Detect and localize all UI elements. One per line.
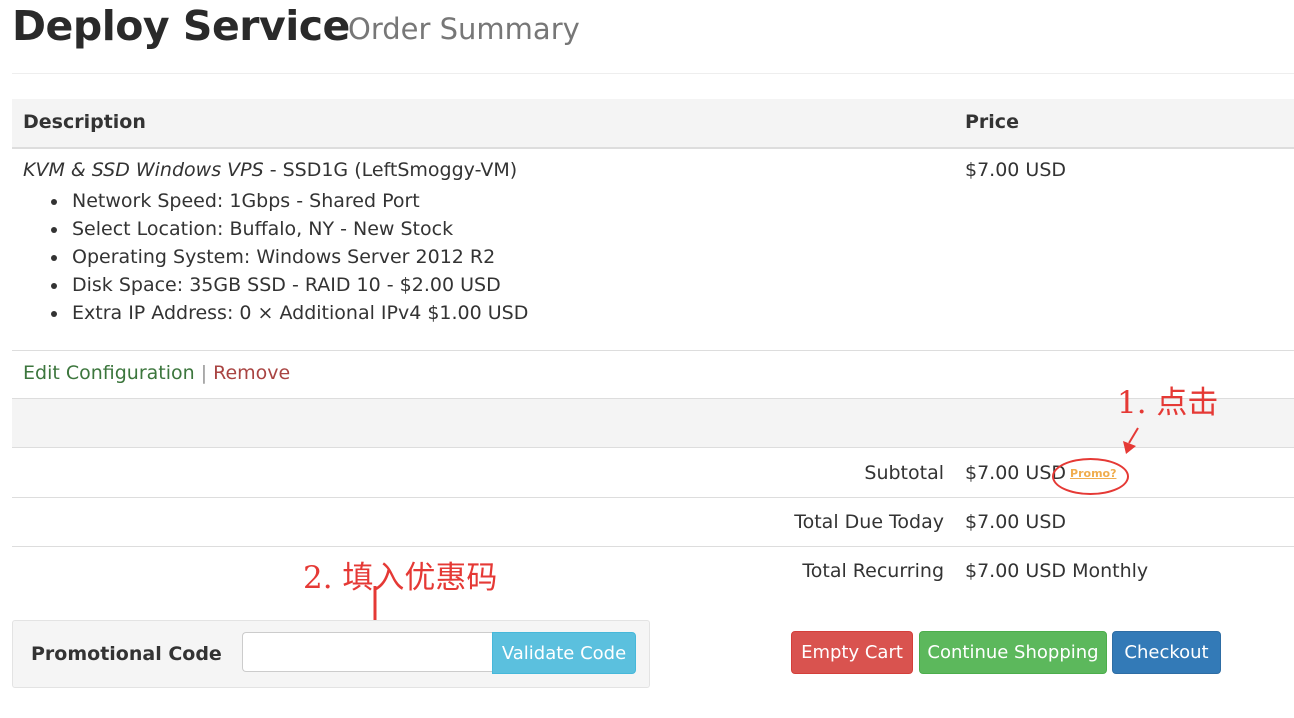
product-options: Network Speed: 1Gbps - Shared Port Selec… — [51, 187, 528, 327]
column-header-description: Description — [23, 111, 146, 133]
continue-shopping-button[interactable]: Continue Shopping — [919, 631, 1107, 674]
option-item: Operating System: Windows Server 2012 R2 — [51, 243, 528, 271]
product-row: KVM & SSD Windows VPS - SSD1G (LeftSmogg… — [12, 149, 1294, 351]
option-item: Extra IP Address: 0 × Additional IPv4 $1… — [51, 299, 528, 327]
edit-configuration-link[interactable]: Edit Configuration — [23, 362, 195, 384]
annotation-step-2: 2. 填入优惠码 — [303, 560, 498, 596]
subtotal-value: $7.00 USD — [965, 462, 1067, 484]
table-header: Description Price — [12, 99, 1294, 149]
product-group: KVM & SSD Windows VPS — [23, 159, 264, 181]
option-item: Network Speed: 1Gbps - Shared Port — [51, 187, 528, 215]
annotation-step-1: 1. 点击 — [1117, 385, 1219, 421]
checkout-button[interactable]: Checkout — [1112, 631, 1221, 674]
product-actions-row: Edit Configuration | Remove — [12, 350, 1294, 399]
total-recurring-value: $7.00 USD Monthly — [965, 560, 1149, 582]
column-header-price: Price — [965, 111, 1019, 133]
option-item: Disk Space: 35GB SSD - RAID 10 - $2.00 U… — [51, 271, 528, 299]
product-price: $7.00 USD — [965, 159, 1067, 181]
total-due-value: $7.00 USD — [965, 511, 1067, 533]
subtotal-label: Subtotal — [864, 462, 944, 484]
product-actions: Edit Configuration | Remove — [23, 362, 290, 384]
total-due-label: Total Due Today — [794, 511, 944, 533]
validate-code-button[interactable]: Validate Code — [492, 632, 636, 674]
total-recurring-label: Total Recurring — [802, 560, 944, 582]
remove-link[interactable]: Remove — [213, 362, 290, 384]
page-header: Deploy Service Order Summary — [12, 0, 1294, 74]
option-item: Select Location: Buffalo, NY - New Stock — [51, 215, 528, 243]
page-title: Deploy Service — [12, 2, 350, 50]
promo-code-label: Promotional Code — [31, 643, 222, 665]
product-title: - SSD1G (LeftSmoggy-VM) — [263, 159, 518, 181]
promo-highlight-circle — [1052, 458, 1129, 495]
page-subtitle: Order Summary — [348, 12, 580, 46]
empty-cart-button[interactable]: Empty Cart — [791, 631, 913, 674]
spacer-row — [12, 399, 1294, 448]
actions-separator: | — [200, 362, 208, 384]
promo-code-input[interactable] — [242, 632, 492, 672]
total-recurring-row: Total Recurring $7.00 USD Monthly — [12, 547, 1294, 595]
promo-code-panel: Promotional Code Validate Code — [12, 620, 650, 688]
total-due-row: Total Due Today $7.00 USD — [12, 498, 1294, 547]
product-name: KVM & SSD Windows VPS - SSD1G (LeftSmogg… — [23, 159, 517, 181]
